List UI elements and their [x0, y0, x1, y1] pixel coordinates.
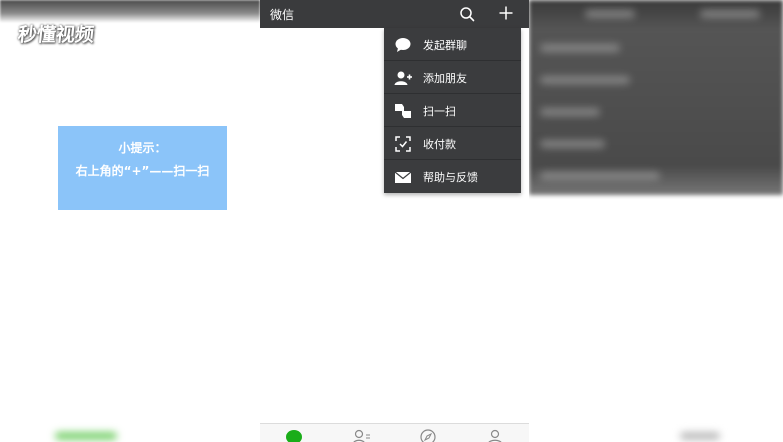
contacts-icon[interactable] [351, 428, 371, 442]
chat-bubble-icon [395, 38, 411, 52]
background-blur-row [540, 76, 630, 84]
menu-item-label: 帮助与反馈 [423, 171, 478, 184]
background-bottom-blur-gray [680, 432, 720, 440]
watermark-logo: 秒懂视频 [16, 24, 96, 46]
compass-icon[interactable] [418, 428, 438, 442]
scan-icon [395, 104, 411, 118]
background-blur-row [540, 44, 620, 52]
tip-box: 小提示： 右上角的“+”——扫一扫 [58, 126, 227, 210]
payment-icon [395, 136, 411, 152]
background-blur-row [540, 108, 600, 116]
menu-item-label: 扫一扫 [423, 105, 456, 118]
menu-item-label: 添加朋友 [423, 72, 467, 85]
phone-screen: 微信 发起群聊 添加朋友 扫一扫 收付款 帮助与反馈 [260, 0, 529, 442]
plus-icon[interactable] [498, 5, 514, 21]
background-bottom-blur-green [55, 432, 117, 440]
tip-title: 小提示： [118, 141, 167, 155]
menu-item-group-chat[interactable]: 发起群聊 [384, 28, 521, 61]
bottom-tab-bar [260, 423, 529, 442]
menu-item-payment[interactable]: 收付款 [384, 127, 521, 160]
background-blur-row [540, 172, 660, 180]
chats-icon[interactable] [284, 428, 304, 442]
background-left [0, 0, 260, 442]
search-icon[interactable] [459, 6, 475, 22]
background-left-top-blur [0, 0, 260, 22]
menu-item-scan[interactable]: 扫一扫 [384, 94, 521, 127]
menu-item-add-friend[interactable]: 添加朋友 [384, 61, 521, 94]
menu-item-label: 收付款 [423, 138, 456, 151]
background-blur-row [585, 10, 635, 18]
background-blur-row [540, 140, 605, 148]
menu-item-help-feedback[interactable]: 帮助与反馈 [384, 160, 521, 193]
menu-item-label: 发起群聊 [423, 39, 467, 52]
tip-text: 右上角的“+”——扫一扫 [75, 164, 210, 178]
background-blur-row [700, 10, 760, 18]
background-right-menu-blur [529, 0, 783, 195]
plus-dropdown-menu: 发起群聊 添加朋友 扫一扫 收付款 帮助与反馈 [384, 28, 521, 193]
mail-icon [394, 171, 412, 183]
app-title: 微信 [270, 8, 295, 22]
top-bar: 微信 [260, 0, 529, 28]
add-friend-icon [394, 71, 412, 85]
person-icon[interactable] [485, 428, 505, 442]
